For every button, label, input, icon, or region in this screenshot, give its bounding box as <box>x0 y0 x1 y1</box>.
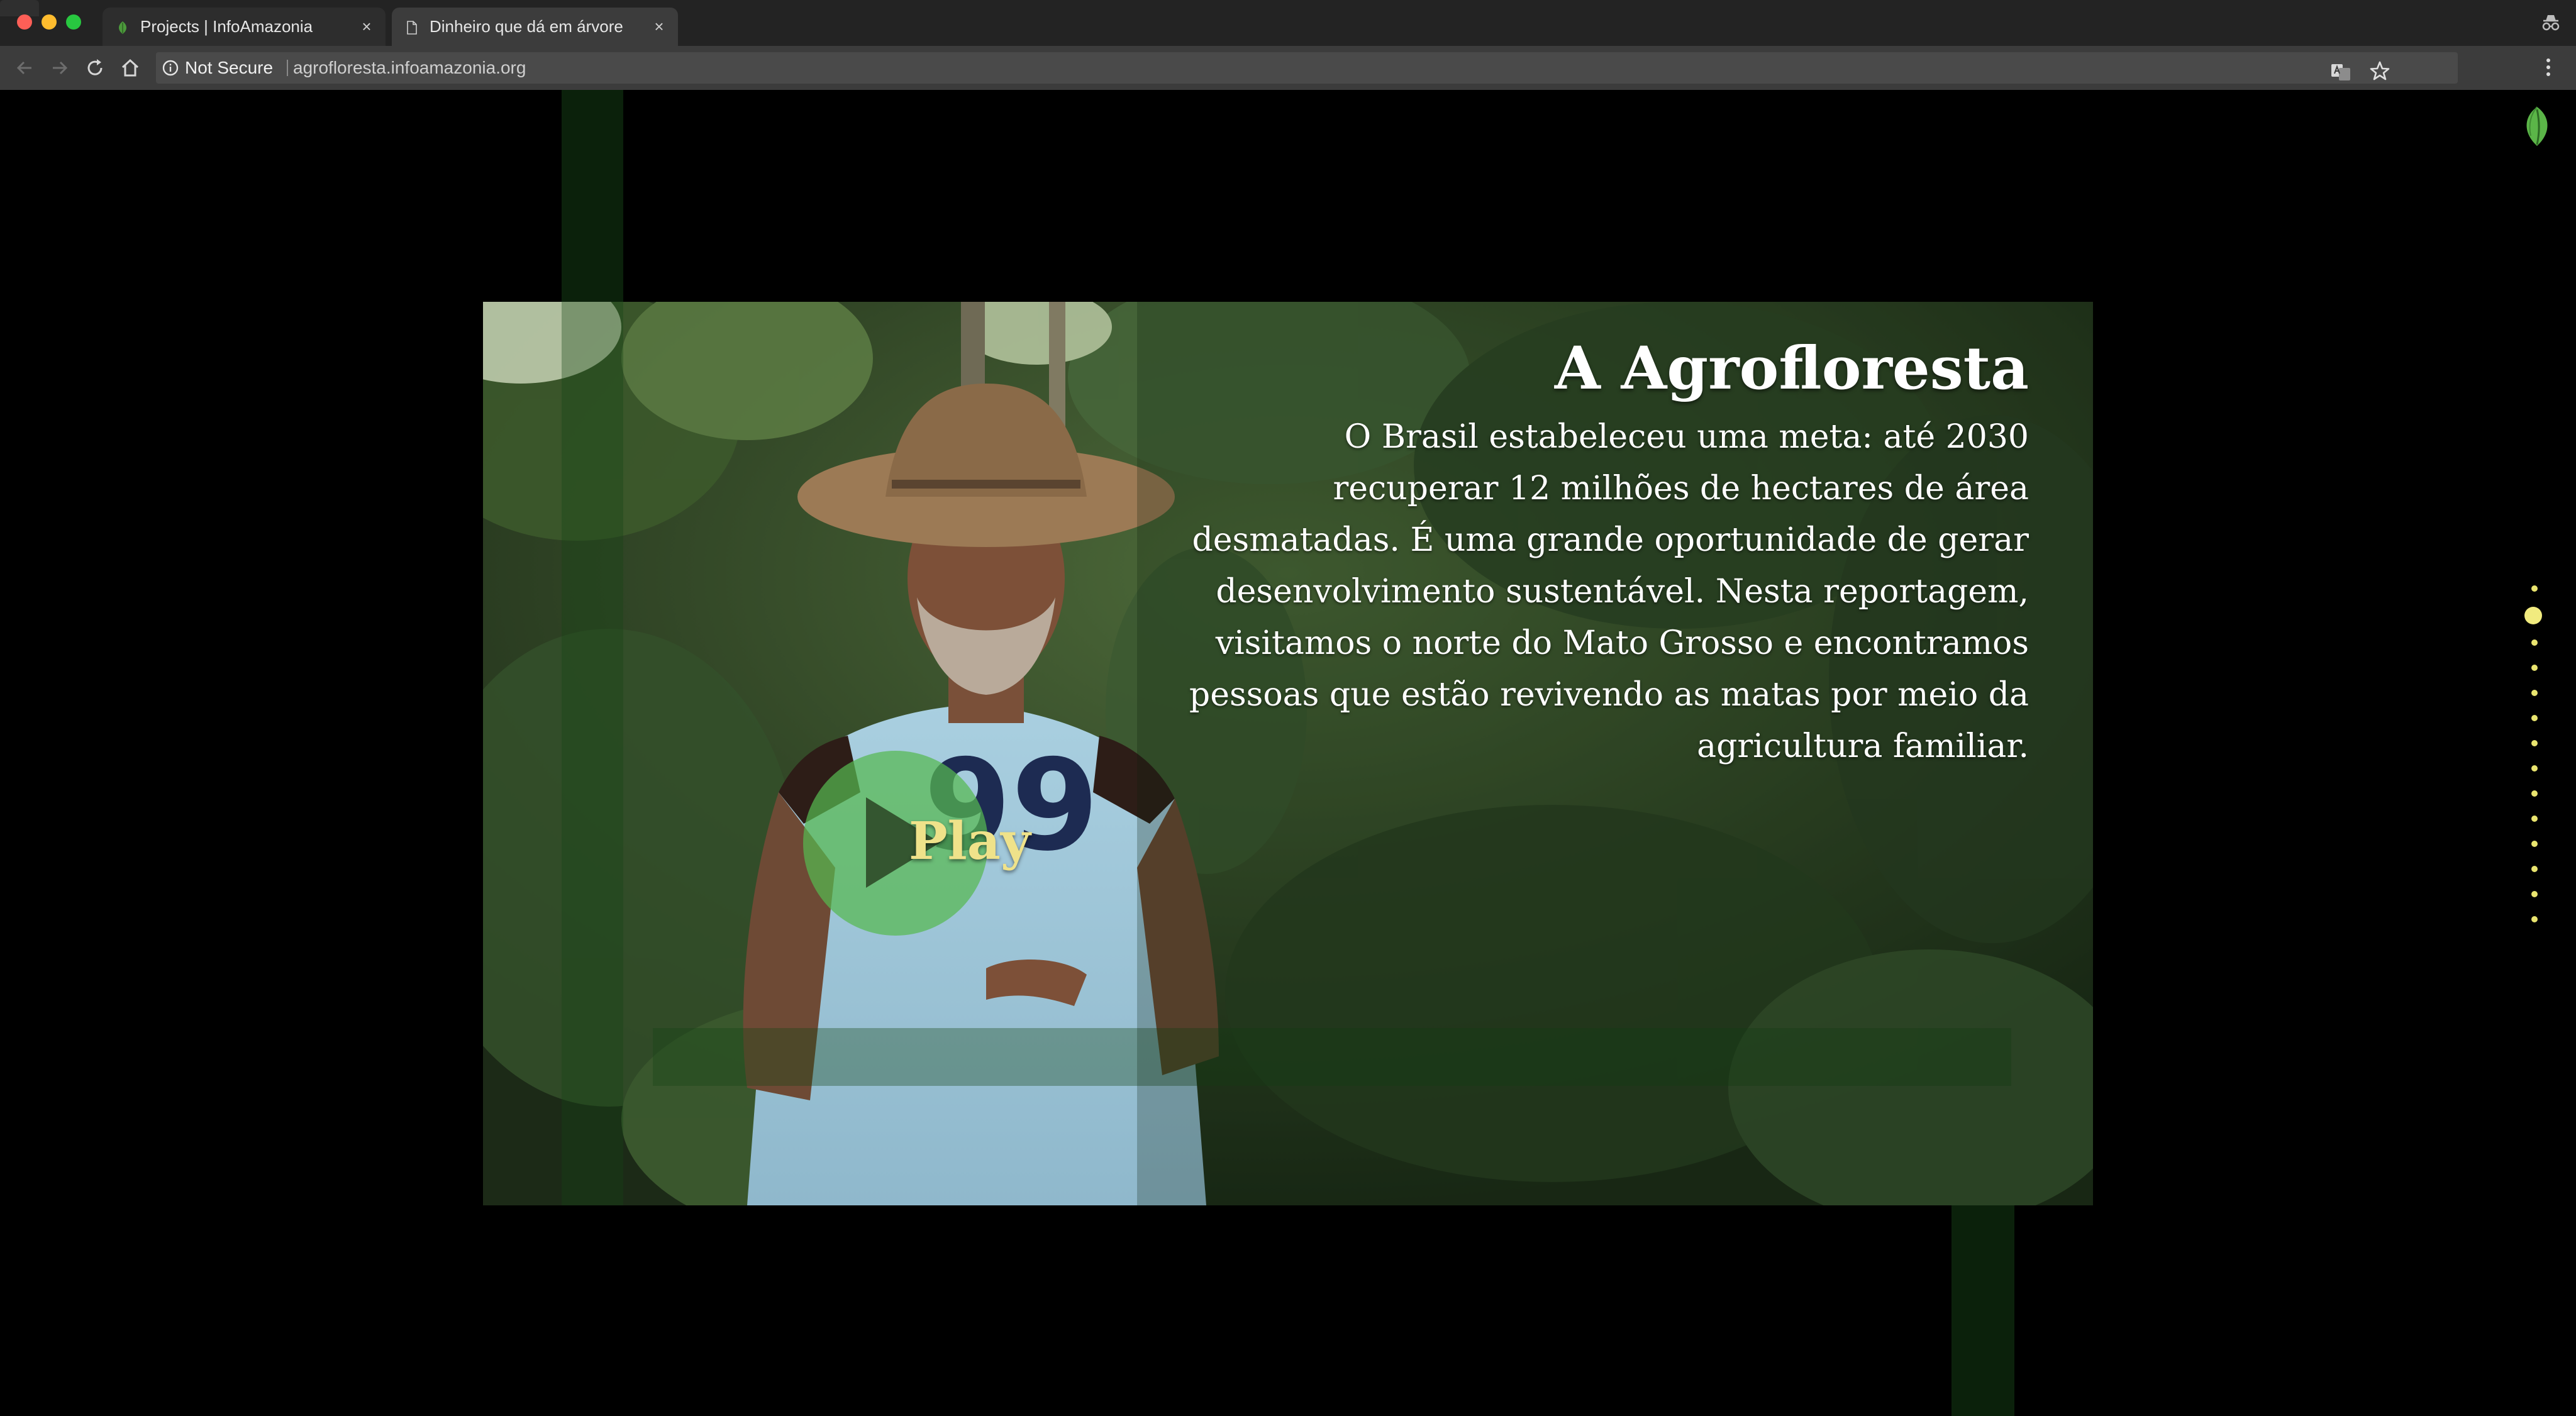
section-nav-dot[interactable] <box>2531 816 2538 822</box>
section-nav-dot[interactable] <box>2531 866 2538 872</box>
leaf-logo-icon[interactable] <box>2519 106 2555 147</box>
address-divider <box>287 60 288 76</box>
incognito-icon[interactable] <box>2540 11 2562 34</box>
minimize-window-button[interactable] <box>42 14 57 30</box>
section-nav-dot[interactable] <box>2531 690 2538 696</box>
decorative-bar-right <box>1951 1203 2014 1416</box>
web-page: 99 A Agrofloresta O Brasil estabeleceu u… <box>0 90 2576 1416</box>
browser-menu-icon[interactable] <box>2542 55 2555 80</box>
info-icon[interactable] <box>162 60 179 76</box>
home-icon[interactable] <box>119 57 141 79</box>
close-window-button[interactable] <box>17 14 32 30</box>
tab-dinheiro-que-da-em-arvore[interactable]: Dinheiro que dá em árvore × <box>392 8 678 46</box>
close-tab-icon[interactable]: × <box>359 18 374 35</box>
back-arrow-icon[interactable] <box>14 57 35 79</box>
new-tab-button[interactable] <box>0 0 39 16</box>
browser-toolbar: Not Secure agrofloresta.infoamazonia.org <box>0 46 2576 90</box>
section-nav-dot[interactable] <box>2531 639 2538 646</box>
tab-title: Dinheiro que dá em árvore <box>430 17 623 36</box>
play-label: Play <box>909 811 1031 871</box>
security-status[interactable]: Not Secure <box>185 52 273 84</box>
browser-tab-strip: Projects | InfoAmazonia × Dinheiro que d… <box>0 0 2576 46</box>
hero-video-panel[interactable]: 99 A Agrofloresta O Brasil estabeleceu u… <box>483 302 2093 1205</box>
section-navigation <box>2523 585 2546 1051</box>
bookmark-star-icon[interactable] <box>2368 60 2391 82</box>
section-nav-dot[interactable] <box>2531 740 2538 746</box>
section-nav-dot[interactable] <box>2531 585 2538 592</box>
address-bar[interactable]: Not Secure agrofloresta.infoamazonia.org <box>156 52 2458 84</box>
hero-text-block: A Agrofloresta O Brasil estabeleceu uma … <box>1174 333 2029 772</box>
page-icon <box>407 21 417 35</box>
hero-title: A Agrofloresta <box>1554 334 2029 403</box>
leaf-favicon-icon <box>119 21 126 34</box>
translate-icon[interactable] <box>2329 61 2352 84</box>
section-nav-dot[interactable] <box>2531 790 2538 797</box>
reload-icon[interactable] <box>84 57 106 79</box>
section-nav-dot[interactable] <box>2531 715 2538 721</box>
section-nav-dot[interactable] <box>2531 765 2538 772</box>
section-nav-dot[interactable] <box>2524 607 2542 624</box>
hero-description: O Brasil estabeleceu uma meta: até 2030 … <box>1189 418 2029 765</box>
play-video-button[interactable]: Play <box>803 751 1031 936</box>
section-nav-dot[interactable] <box>2531 665 2538 671</box>
section-nav-dot[interactable] <box>2531 841 2538 847</box>
tab-title: Projects | InfoAmazonia <box>140 17 313 36</box>
url-text[interactable]: agrofloresta.infoamazonia.org <box>293 52 526 84</box>
section-nav-dot[interactable] <box>2531 891 2538 897</box>
forward-arrow-icon[interactable] <box>49 57 70 79</box>
section-nav-dot[interactable] <box>2531 916 2538 922</box>
tab-projects-infoamazonia[interactable]: Projects | InfoAmazonia × <box>103 8 386 46</box>
zoom-window-button[interactable] <box>66 14 81 30</box>
close-tab-icon[interactable]: × <box>652 18 667 35</box>
